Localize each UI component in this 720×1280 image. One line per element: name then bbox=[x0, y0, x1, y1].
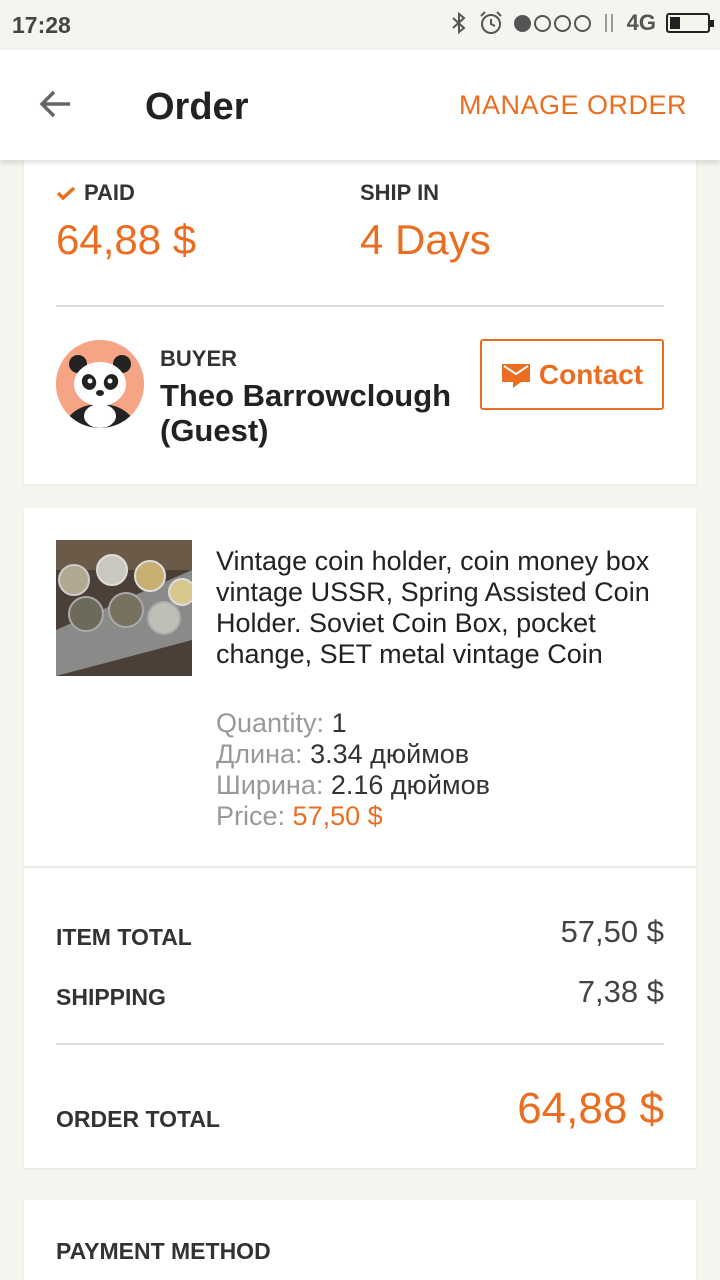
ship-in-value: 4 Days bbox=[360, 216, 491, 263]
data-transfer-icon bbox=[604, 14, 613, 32]
buyer-avatar[interactable] bbox=[56, 340, 144, 428]
status-icons: 4G bbox=[450, 10, 714, 36]
buyer-name: Theo Barrowclough (Guest) bbox=[160, 378, 452, 448]
shipping-label: SHIPPING bbox=[56, 984, 166, 1010]
back-arrow-icon[interactable] bbox=[36, 84, 76, 124]
ship-in-label: SHIP IN bbox=[360, 180, 440, 205]
divider bbox=[56, 305, 664, 307]
paid-status: PAID bbox=[56, 180, 135, 206]
attribute-row: Длина: 3.34 дюймов bbox=[216, 739, 470, 769]
checkmark-icon bbox=[56, 186, 76, 200]
item-thumbnail[interactable] bbox=[56, 540, 192, 676]
signal-strength-icon bbox=[513, 14, 591, 32]
app-bar: Order MANAGE ORDER bbox=[0, 50, 720, 160]
page-title: Order bbox=[145, 86, 249, 128]
contact-label: Contact bbox=[538, 358, 644, 390]
attribute-row: Ширина: 2.16 дюймов bbox=[216, 770, 490, 800]
contact-button[interactable]: Contact bbox=[480, 339, 664, 410]
attribute-row: Price: 57,50 $ bbox=[216, 801, 383, 831]
divider bbox=[56, 1043, 664, 1045]
order-summary-card: PAID 64,88 $ SHIP IN 4 Days BUYER Theo B… bbox=[24, 160, 696, 484]
totals-card: ITEM TOTAL 57,50 $ SHIPPING 7,38 $ ORDER… bbox=[24, 868, 696, 1168]
shipping-value: 7,38 $ bbox=[577, 974, 664, 1009]
network-type: 4G bbox=[626, 10, 656, 35]
order-total-value: 64,88 $ bbox=[517, 1084, 664, 1133]
buyer-label: BUYER bbox=[160, 346, 238, 371]
payment-method-label: PAYMENT METHOD bbox=[56, 1238, 271, 1264]
status-bar: 17:28 4G bbox=[0, 0, 720, 50]
item-attributes: Quantity: 1 Длина: 3.34 дюймов Ширина: 2… bbox=[216, 708, 676, 832]
status-time: 17:28 bbox=[12, 12, 71, 38]
paid-label: PAID bbox=[84, 180, 135, 205]
message-icon bbox=[501, 363, 530, 388]
attribute-row: Quantity: 1 bbox=[216, 708, 347, 738]
battery-icon bbox=[666, 13, 714, 33]
order-total-label: ORDER TOTAL bbox=[56, 1106, 220, 1132]
paid-amount: 64,88 $ bbox=[56, 216, 197, 263]
order-item-card: Vintage coin holder, coin money box vint… bbox=[24, 508, 696, 866]
item-title[interactable]: Vintage coin holder, coin money box vint… bbox=[216, 546, 684, 670]
item-total-label: ITEM TOTAL bbox=[56, 924, 192, 950]
payment-method-card: PAYMENT METHOD bbox=[24, 1200, 696, 1280]
bluetooth-icon bbox=[451, 11, 466, 35]
manage-order-button[interactable]: MANAGE ORDER bbox=[459, 90, 687, 121]
alarm-icon bbox=[479, 11, 502, 34]
item-total-value: 57,50 $ bbox=[560, 914, 664, 949]
